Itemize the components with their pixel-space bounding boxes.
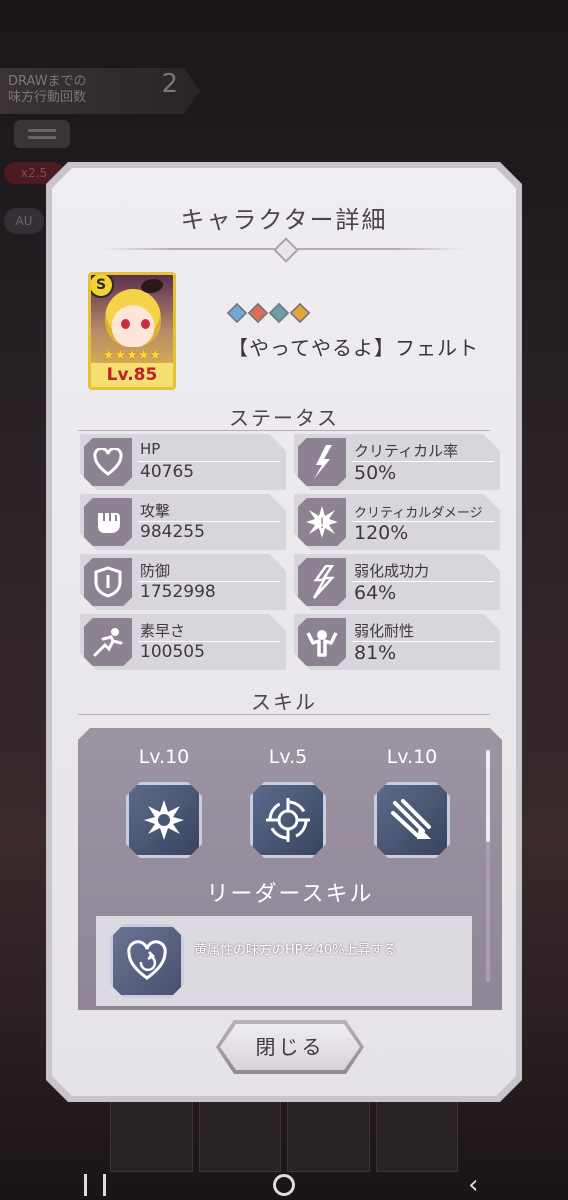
hud-slot[interactable] [110,1100,193,1172]
stat-value: 100505 [140,642,205,662]
stat-value: 50% [354,462,397,484]
status-rule [78,430,490,431]
skill-scrollbar[interactable] [486,750,490,842]
stat-hp: HP 40765 [80,434,286,490]
gem-icon [227,303,247,323]
stat-critical-damage: ! クリティカルダメージ 120% [294,494,500,550]
dialog-title: キャラクター詳細 [180,206,388,234]
stat-label: 弱化耐性 [354,622,415,640]
heart-icon [84,438,132,486]
stat-value: 40765 [140,462,195,482]
skill-level: Lv.10 [138,746,190,768]
svg-text:!: ! [319,516,325,532]
skill-rule [78,714,490,715]
leader-skill-text: 黄属性の味方のHPを40%上昇する [194,943,397,958]
android-navbar: ‹ [0,1170,568,1200]
stat-label: 素早さ [140,622,186,640]
skill-scrolltrack [486,842,490,982]
gem-row [228,304,309,322]
back-icon[interactable]: ‹ [462,1172,484,1198]
draw-counter-box: DRAWまでの 味方行動回数 2 [0,68,200,114]
shield-icon [84,558,132,606]
character-eye [141,319,150,329]
gem-icon [269,303,289,323]
character-name: 【やってやるよ】フェルト [228,336,479,360]
fist-icon [84,498,132,546]
stat-attack: 攻撃 984255 [80,494,286,550]
muscle-icon [298,618,346,666]
gem-icon [290,303,310,323]
stat-label: HP [140,440,161,458]
stat-value: 1752998 [140,582,216,602]
status-heading: ステータス [229,406,339,430]
skill-level: Lv.10 [386,746,438,768]
stat-grid: HP 40765 クリティカル率 50% 攻撃 984255 ! クリティカルダ… [80,434,500,670]
critical-bolt-icon [298,438,346,486]
skill-panel: Lv.10 Lv.5 Lv.10 リーダースキル 黄属性の味方のHPを40%上昇… [78,728,502,1010]
hud-slot[interactable] [375,1100,458,1172]
skill-level: Lv.5 [268,746,308,768]
stat-label: 攻撃 [140,502,171,520]
hud-slot[interactable] [287,1100,370,1172]
bottom-skill-bar [0,1100,568,1172]
recent-apps-icon[interactable] [83,1174,106,1196]
leader-skill-box: 黄属性の味方のHPを40%上昇する [96,916,472,1006]
skill-heading: スキル [251,690,317,714]
menu-icon[interactable] [14,120,70,148]
stat-debuff-success: 弱化成功力 64% [294,554,500,610]
home-icon[interactable] [272,1174,295,1196]
rarity-stars: ★★★★★ [102,348,162,363]
heart-cycle-icon[interactable] [110,924,184,998]
hud-slot[interactable] [198,1100,281,1172]
runner-icon [84,618,132,666]
stat-label: クリティカル率 [354,442,459,460]
gem-icon [248,303,268,323]
stat-defense: 防御 1752998 [80,554,286,610]
impact-skill-icon[interactable] [126,782,202,858]
character-face [105,289,161,347]
close-button[interactable]: 閉じる [216,1020,364,1074]
stat-label: 防御 [140,562,171,580]
close-button-label[interactable]: 閉じる [220,1024,360,1070]
character-portrait: S ★★★★★ Lv.85 [88,272,176,390]
slash-skill-icon[interactable] [374,782,450,858]
character-detail-dialog: キャラクター詳細 S ★★★★★ Lv.85 【やってやるよ】フェルト ステータ… [46,162,522,1102]
stat-critical-rate: クリティカル率 50% [294,434,500,490]
stat-value: 81% [354,642,397,664]
dialog-body: キャラクター詳細 S ★★★★★ Lv.85 【やってやるよ】フェルト ステータ… [52,168,516,1096]
draw-counter-value: 2 [161,69,178,99]
character-level: Lv.85 [91,363,173,387]
stat-label: クリティカルダメージ [354,506,483,521]
leader-skill-heading: リーダースキル [206,882,374,907]
stat-value: 64% [354,582,397,604]
stat-label: 弱化成功力 [354,562,430,580]
stat-debuff-resist: 弱化耐性 81% [294,614,500,670]
attribute-icon: S [88,272,114,298]
stat-speed: 素早さ 100505 [80,614,286,670]
character-eye [121,319,130,329]
divider-diamond-icon [273,237,298,262]
burst-icon: ! [298,498,346,546]
debuff-icon [298,558,346,606]
stat-value: 984255 [140,522,205,542]
auto-toggle[interactable]: AU [4,208,44,234]
stat-value: 120% [354,522,409,544]
target-skill-icon[interactable] [250,782,326,858]
